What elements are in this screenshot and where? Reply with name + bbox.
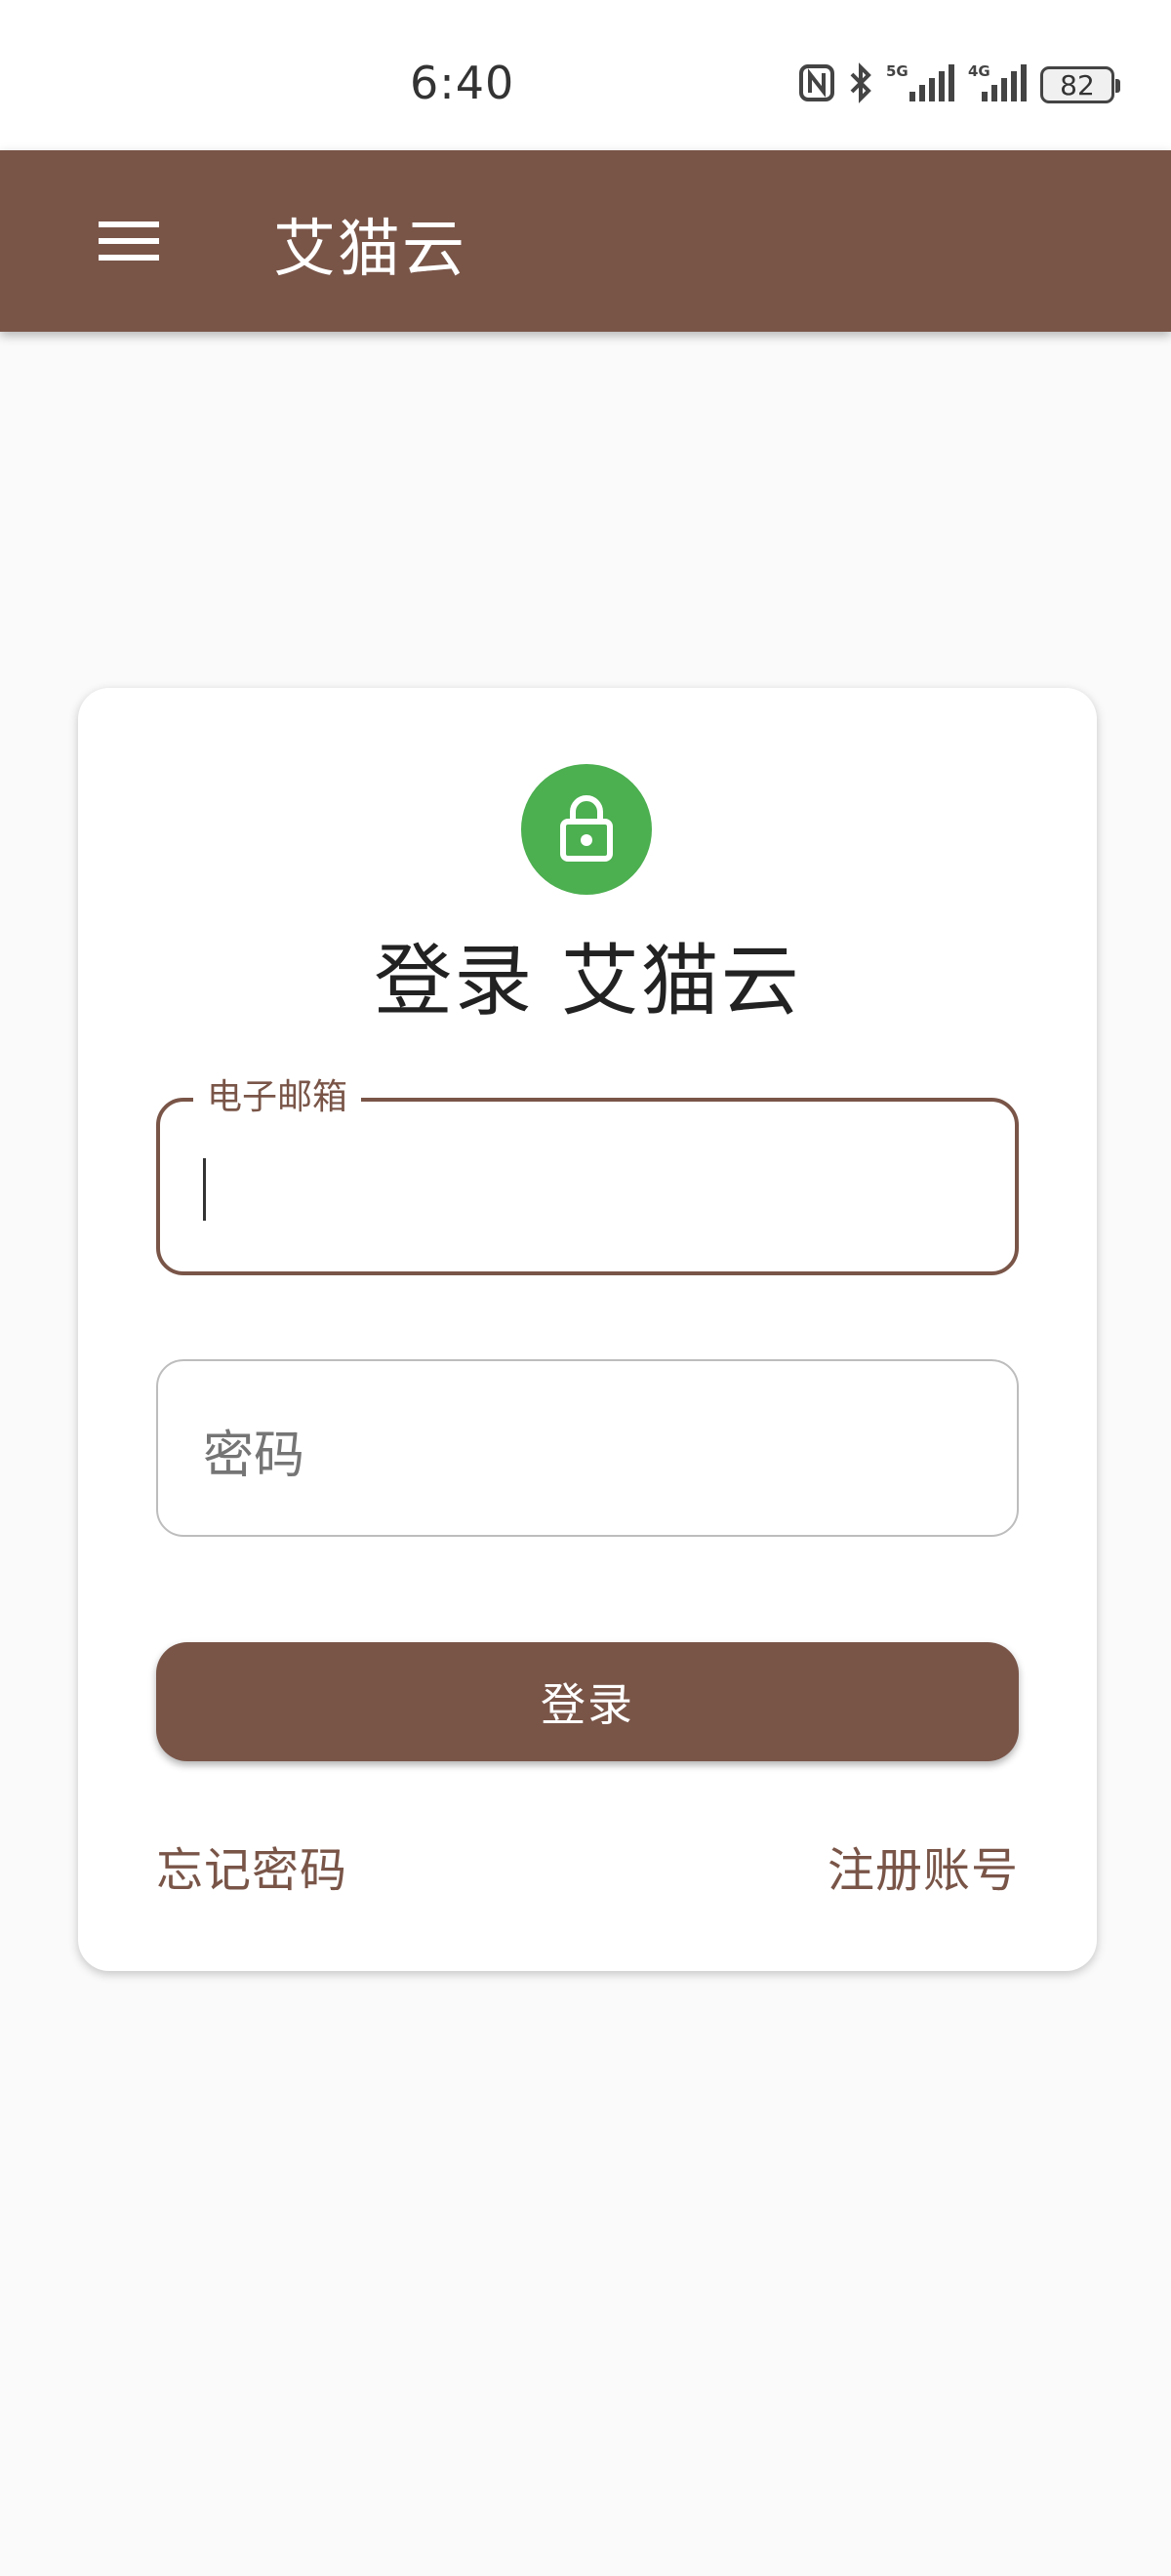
login-card: 登录 艾猫云 电子邮箱 密码 登录 忘记密码 注册账号: [78, 688, 1097, 1971]
menu-button[interactable]: [90, 204, 168, 282]
text-cursor: [203, 1158, 206, 1221]
battery-level: 82: [1060, 68, 1095, 101]
battery-icon: 82: [1040, 66, 1120, 103]
login-title: 登录 艾猫云: [374, 936, 801, 1026]
status-time: 6:40: [410, 57, 515, 109]
lock-icon: [557, 792, 616, 866]
nfc-icon: [798, 63, 835, 106]
hamburger-menu-icon: [99, 220, 159, 266]
svg-text:4G: 4G: [968, 62, 990, 80]
status-bar: 6:40 5G 4G 82: [0, 0, 1171, 150]
login-button[interactable]: 登录: [156, 1642, 1019, 1761]
forgot-password-link[interactable]: 忘记密码: [156, 1831, 347, 1900]
app-bar: 艾猫云: [0, 150, 1171, 332]
register-link[interactable]: 注册账号: [828, 1831, 1019, 1900]
svg-text:5G: 5G: [886, 62, 909, 80]
5g-signal-icon: 5G: [886, 62, 956, 107]
bluetooth-icon: [847, 62, 874, 107]
4g-signal-icon: 4G: [968, 62, 1029, 107]
lock-avatar: [521, 764, 652, 895]
password-placeholder: 密码: [203, 1427, 305, 1485]
status-icons: 5G 4G 82: [798, 60, 1120, 109]
email-field-label: 电子邮箱: [193, 1076, 362, 1119]
app-title: 艾猫云: [273, 214, 466, 286]
password-field[interactable]: 密码: [156, 1359, 1019, 1537]
email-field[interactable]: 电子邮箱: [156, 1076, 1019, 1275]
